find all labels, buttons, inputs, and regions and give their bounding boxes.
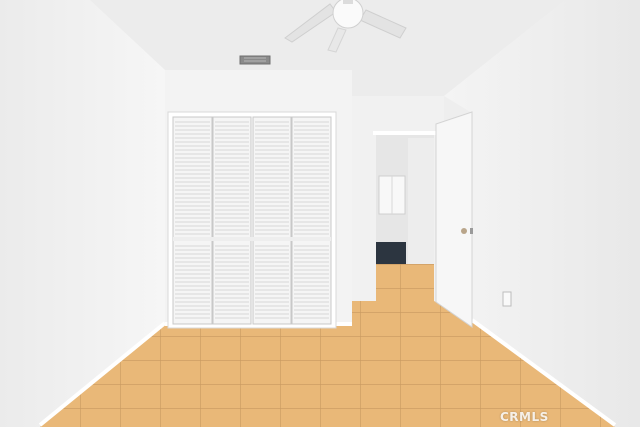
closet-panel-4[interactable] — [291, 116, 332, 325]
hallway-door-frame — [373, 131, 437, 135]
wall-outlet — [502, 291, 512, 307]
fan-mount — [343, 0, 353, 4]
ceiling-vent — [239, 55, 271, 65]
hallway-side-wall — [408, 138, 434, 264]
closet-panel-1[interactable] — [172, 116, 213, 325]
door-knob[interactable] — [461, 228, 467, 234]
hallway-dark-floor — [376, 242, 406, 264]
photo-scene: CRMLS — [0, 0, 640, 427]
open-door[interactable] — [435, 111, 473, 328]
room-photo — [0, 0, 640, 427]
closet-rail — [173, 237, 331, 241]
closet-panel-2[interactable] — [212, 116, 252, 325]
watermark: CRMLS — [500, 410, 549, 424]
door-hinge — [470, 228, 473, 234]
fan-light — [332, 0, 364, 29]
closet-panel-3[interactable] — [252, 116, 292, 325]
